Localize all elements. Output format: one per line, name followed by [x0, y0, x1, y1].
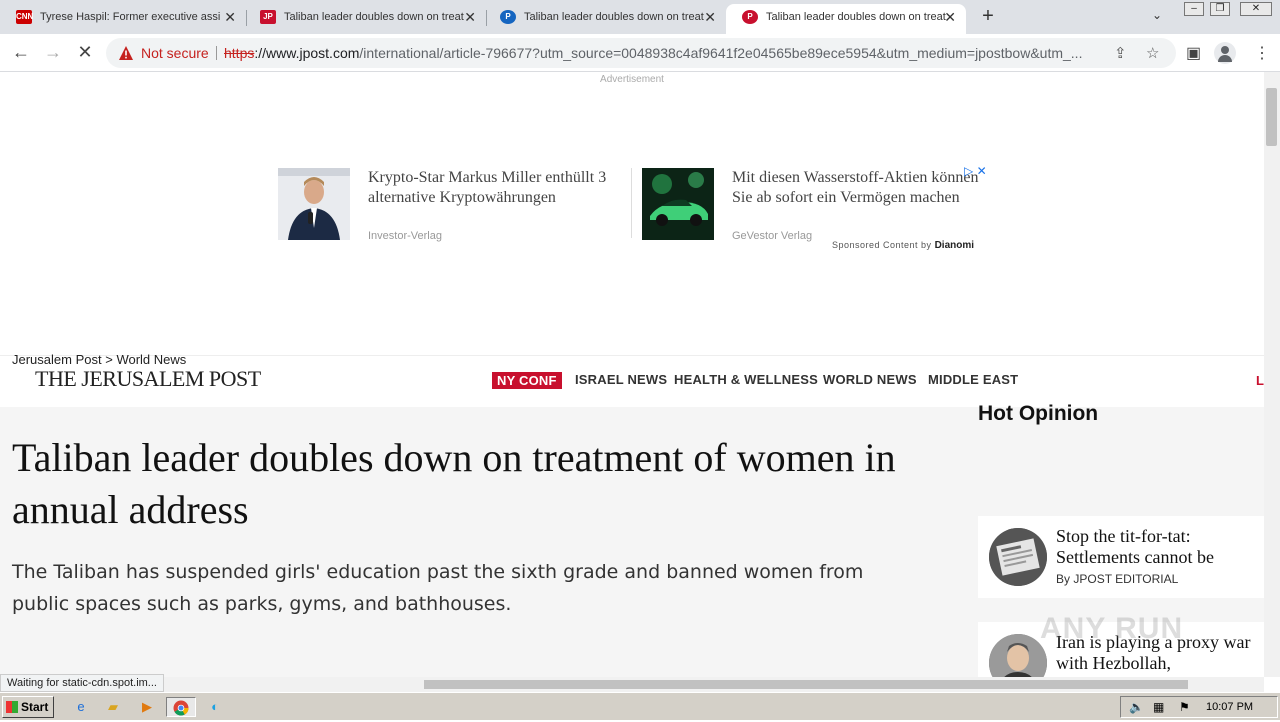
- nav-item-overflow[interactable]: L: [1256, 373, 1264, 388]
- back-arrow-icon[interactable]: ←: [10, 42, 32, 64]
- close-icon[interactable]: ✕: [224, 4, 236, 30]
- breadcrumb: Jerusalem Post > World News: [12, 352, 186, 367]
- share-icon[interactable]: ⇪: [1114, 44, 1127, 62]
- ad-close-icon[interactable]: ✕: [977, 164, 987, 178]
- start-button[interactable]: Start: [2, 696, 54, 718]
- address-bar[interactable]: Not secure https://www.jpost.com/interna…: [106, 38, 1176, 68]
- tab-title: Taliban leader doubles down on treat: [524, 11, 704, 23]
- url-text[interactable]: https://www.jpost.com/international/arti…: [224, 45, 1104, 61]
- hot-opinion-title: Hot Opinion: [978, 402, 1099, 425]
- nav-item-ny-conf[interactable]: NY CONF: [492, 372, 562, 389]
- windows-taskbar: Start e ▰ ▶ ◐ 🔈 ▦ ⚑ 10:07 PM: [0, 692, 1280, 720]
- internet-explorer-icon[interactable]: e: [70, 697, 92, 717]
- ad-choices[interactable]: ▷ ✕: [964, 164, 987, 178]
- url-host: ://www.jpost.com: [254, 45, 360, 61]
- tab-strip: CNN Tyrese Haspil: Former executive assi…: [0, 0, 1280, 34]
- byline-author[interactable]: JPOST EDITORIAL: [1073, 572, 1178, 586]
- omnibox-divider: [216, 46, 217, 60]
- profile-avatar-icon[interactable]: [1214, 42, 1236, 64]
- ad-title[interactable]: Mit diesen Wasserstoff-Aktien können Sie…: [732, 168, 982, 208]
- opinion-byline: By JPOST EDITORIAL: [1056, 572, 1178, 586]
- new-tab-button[interactable]: +: [976, 4, 1000, 30]
- chevron-down-icon[interactable]: ⌄: [1152, 8, 1162, 22]
- opinion-avatar-author[interactable]: [989, 634, 1047, 677]
- system-tray: 🔈 ▦ ⚑: [1120, 696, 1278, 718]
- taskbar-clock: 10:07 PM: [1206, 701, 1254, 713]
- cnn-favicon-icon: CNN: [16, 10, 33, 24]
- nav-item-health-wellness[interactable]: HEALTH & WELLNESS: [674, 372, 818, 387]
- side-panel-icon[interactable]: ▣: [1186, 43, 1201, 63]
- opinion-avatar-newspaper[interactable]: [989, 528, 1047, 586]
- ad-thumbnail-speaker[interactable]: [278, 168, 350, 240]
- tab-1[interactable]: JP Taliban leader doubles down on treat …: [244, 4, 486, 34]
- jerusalem-post-logo[interactable]: THE JERUSALEM POST: [35, 366, 261, 392]
- adchoices-play-icon[interactable]: ▷: [964, 164, 973, 178]
- p-favicon-icon: P: [742, 10, 758, 24]
- tab-0[interactable]: CNN Tyrese Haspil: Former executive assi…: [0, 4, 246, 34]
- stop-loading-icon[interactable]: ✕: [74, 42, 96, 64]
- article-headline: Taliban leader doubles down on treatment…: [12, 435, 896, 532]
- site-header: THE JERUSALEM POST NY CONF ISRAEL NEWS H…: [0, 355, 1264, 407]
- chrome-icon: [173, 700, 189, 716]
- volume-icon[interactable]: 🔈: [1129, 700, 1144, 714]
- sponsored-text: Sponsored Content by: [832, 240, 932, 250]
- jpost-favicon-icon: JP: [260, 10, 276, 24]
- status-bubble: Waiting for static-cdn.spot.im...: [0, 674, 164, 692]
- nav-item-israel-news[interactable]: ISRAEL NEWS: [575, 372, 667, 387]
- anyrun-watermark: ANY RUN: [1040, 612, 1184, 645]
- advertisement-label: Advertisement: [600, 74, 664, 85]
- flag-icon[interactable]: ⚑: [1179, 700, 1190, 714]
- close-window-icon[interactable]: ✕: [1240, 2, 1272, 16]
- ad-card-1[interactable]: Mit diesen Wasserstoff-Aktien können Sie…: [642, 168, 982, 242]
- tab-2[interactable]: P Taliban leader doubles down on treat ✕: [484, 4, 726, 34]
- browser-toolbar: ← → ✕ Not secure https://www.jpost.com/i…: [0, 34, 1280, 72]
- tab-title: Tyrese Haspil: Former executive assi: [40, 11, 220, 23]
- p-favicon-icon: P: [500, 10, 516, 24]
- menu-kebab-icon[interactable]: ⋮: [1254, 43, 1270, 63]
- horizontal-scrollbar[interactable]: [0, 677, 1264, 692]
- vertical-scrollbar[interactable]: [1264, 72, 1280, 677]
- tab-title: Taliban leader doubles down on treat: [766, 11, 946, 23]
- ad-source: Investor-Verlag: [368, 230, 442, 242]
- not-secure-label[interactable]: Not secure: [141, 45, 209, 61]
- close-icon[interactable]: ✕: [464, 4, 476, 30]
- close-icon[interactable]: ✕: [944, 4, 956, 30]
- byline-prefix: By: [1056, 572, 1071, 586]
- ad-card-0[interactable]: Krypto-Star Markus Miller enthüllt 3 alt…: [278, 168, 618, 242]
- vertical-scroll-thumb[interactable]: [1266, 88, 1277, 146]
- url-scheme: https: [224, 45, 255, 61]
- forward-arrow-icon[interactable]: →: [42, 42, 64, 64]
- ad-thumbnail-car[interactable]: [642, 168, 714, 240]
- bookmark-star-icon[interactable]: ☆: [1146, 44, 1159, 62]
- article-subhead: The Taliban has suspended girls' educati…: [12, 561, 864, 615]
- restore-icon[interactable]: ❐: [1210, 2, 1230, 16]
- breadcrumb-section[interactable]: World News: [116, 352, 186, 367]
- horizontal-scroll-thumb[interactable]: [424, 680, 1188, 689]
- nav-item-middle-east[interactable]: MIDDLE EAST: [928, 372, 1018, 387]
- dianomi-logo[interactable]: Dianomi: [935, 240, 974, 251]
- minimize-icon[interactable]: –: [1184, 2, 1204, 16]
- close-icon[interactable]: ✕: [704, 4, 716, 30]
- breadcrumb-home[interactable]: Jerusalem Post: [12, 352, 102, 367]
- opinion-card-0[interactable]: Stop the tit-for-tat: Settlements cannot…: [978, 516, 1264, 598]
- chrome-taskbar-icon[interactable]: [166, 697, 196, 717]
- folder-icon[interactable]: ▰: [102, 697, 124, 717]
- tab-title: Taliban leader doubles down on treat: [284, 11, 464, 23]
- warning-triangle-icon: [119, 46, 133, 60]
- url-path: /international/article-796677?utm_source…: [359, 45, 1083, 61]
- media-player-icon[interactable]: ▶: [136, 697, 158, 717]
- network-icon[interactable]: ▦: [1153, 700, 1164, 714]
- opinion-title[interactable]: Stop the tit-for-tat: Settlements cannot…: [1056, 526, 1256, 568]
- breadcrumb-separator: >: [105, 352, 113, 367]
- sponsored-content-label: Sponsored Content by Dianomi: [832, 240, 974, 251]
- nav-item-world-news[interactable]: WORLD NEWS: [823, 372, 917, 387]
- ad-divider: [631, 168, 632, 238]
- edge-icon[interactable]: ◐: [204, 697, 226, 717]
- tab-3-active[interactable]: P Taliban leader doubles down on treat ✕: [726, 4, 966, 34]
- ad-title[interactable]: Krypto-Star Markus Miller enthüllt 3 alt…: [368, 168, 618, 208]
- ad-source: GeVestor Verlag: [732, 230, 813, 242]
